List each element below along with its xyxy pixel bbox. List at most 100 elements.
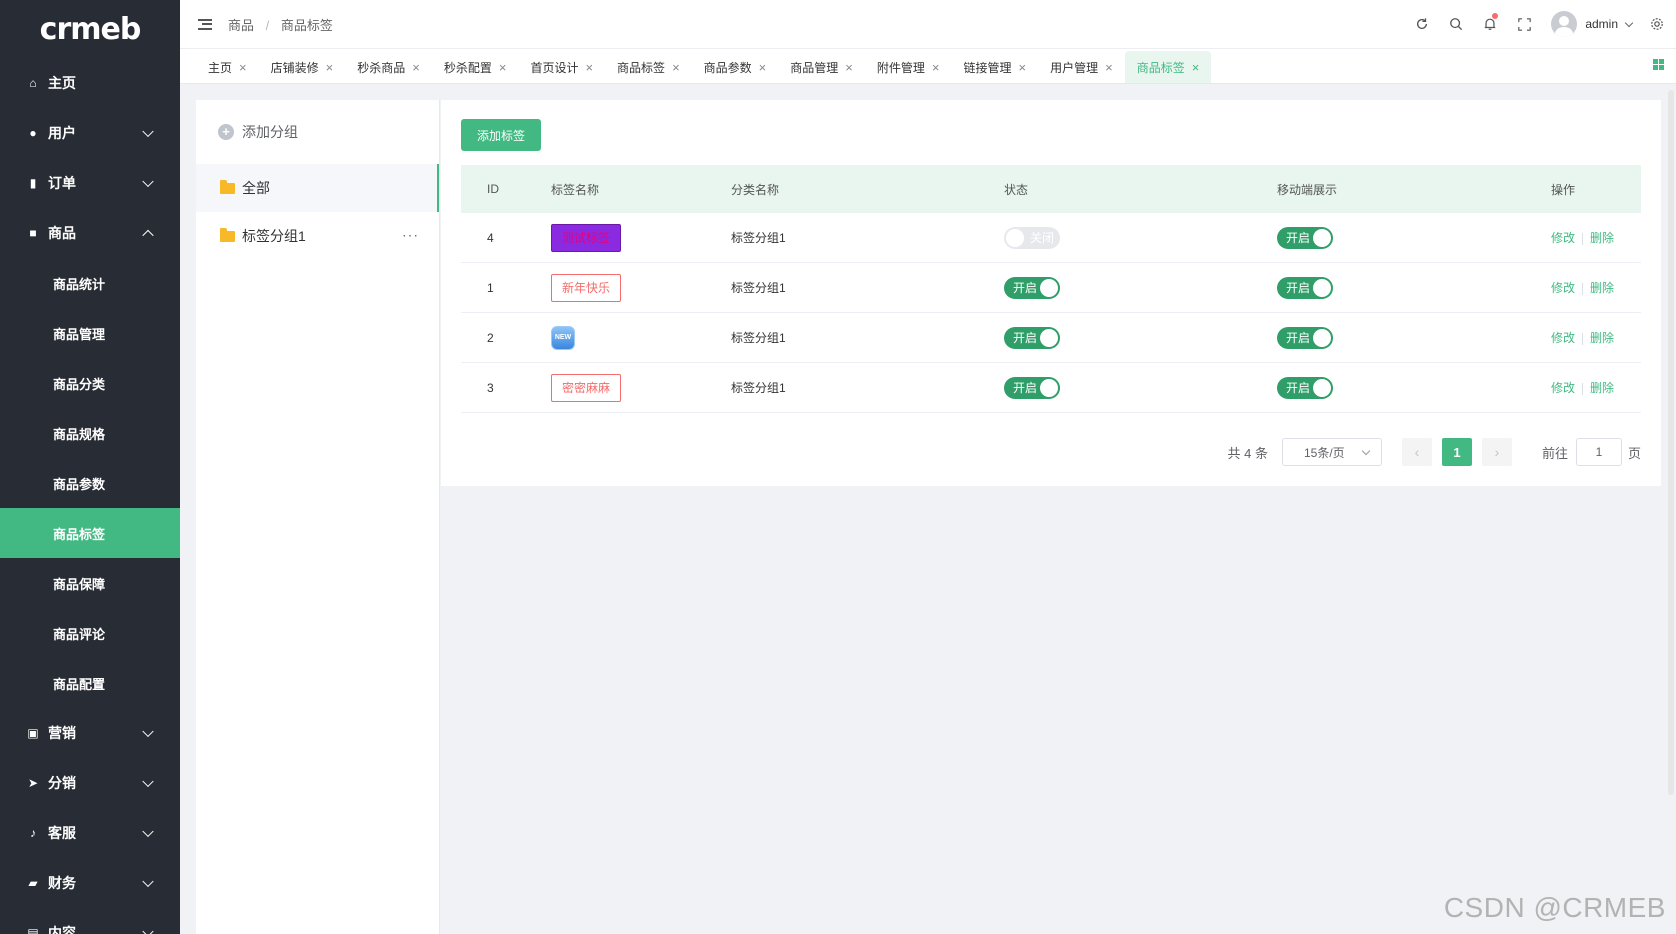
close-icon[interactable]: × (932, 60, 940, 75)
close-icon[interactable]: × (672, 60, 680, 75)
tab-product-tags-active[interactable]: 商品标签 × (1124, 51, 1212, 83)
menu-toggle-icon[interactable] (198, 18, 212, 30)
user-name[interactable]: admin (1585, 17, 1618, 31)
sidebar-subitem-product-manage[interactable]: 商品管理 (0, 308, 180, 358)
bell-icon[interactable] (1473, 0, 1507, 48)
prev-page-button[interactable]: ‹ (1401, 438, 1432, 466)
sidebar-subitem-product-params[interactable]: 商品参数 (0, 458, 180, 508)
sidebar-item-product[interactable]: ■ 商品 (0, 208, 180, 258)
sidebar-item-user[interactable]: ● 用户 (0, 108, 180, 158)
sidebar-subitem-product-reviews[interactable]: 商品评论 (0, 608, 180, 658)
fullscreen-icon[interactable] (1507, 0, 1541, 48)
grid-icon[interactable] (1653, 59, 1664, 70)
avatar[interactable] (1551, 11, 1578, 37)
sidebar-subitem-product-config[interactable]: 商品配置 (0, 658, 180, 708)
logo[interactable]: crmeb (0, 0, 180, 58)
tab-product-tags[interactable]: 商品标签 × (605, 51, 692, 83)
cell-tag: 测试标签 (551, 223, 731, 252)
more-icon[interactable]: ··· (402, 226, 419, 242)
delete-link[interactable]: 删除 (1590, 331, 1614, 345)
edit-link[interactable]: 修改 (1551, 281, 1575, 295)
tab-product-params[interactable]: 商品参数 × (692, 51, 779, 83)
marketing-icon: ▣ (27, 726, 39, 740)
tab-label: 店铺装修 (270, 60, 319, 75)
tab-label: 商品参数 (703, 60, 752, 75)
status-toggle[interactable]: 开启 (1004, 376, 1060, 399)
next-page-button[interactable]: › (1481, 438, 1512, 466)
chevron-down-icon (142, 825, 154, 838)
mobile-display-toggle[interactable]: 开启 (1277, 276, 1333, 299)
group-item-tag-group-1[interactable]: 标签分组1 ··· (196, 212, 439, 260)
tab-label: 主页 (208, 60, 233, 75)
sidebar-subitem-product-guarantee[interactable]: 商品保障 (0, 558, 180, 608)
cell-actions: 修改 删除 (1551, 379, 1641, 396)
sidebar-item-finance[interactable]: ▰ 财务 (0, 858, 180, 908)
close-icon[interactable]: × (412, 60, 420, 75)
goto-page-input[interactable] (1575, 438, 1622, 466)
tab-users[interactable]: 用户管理 × (1038, 51, 1125, 83)
delete-link[interactable]: 删除 (1590, 381, 1614, 395)
group-item-all[interactable]: 全部 (196, 164, 439, 212)
sidebar-item-order[interactable]: ▮ 订单 (0, 158, 180, 208)
sidebar-subitem-product-tags[interactable]: 商品标签 (0, 508, 180, 558)
edit-link[interactable]: 修改 (1551, 231, 1575, 245)
add-tag-button[interactable]: 添加标签 (461, 119, 541, 151)
delete-link[interactable]: 删除 (1590, 231, 1614, 245)
breadcrumb: 商品 / 商品标签 (228, 15, 333, 34)
tab-label: 秒杀商品 (357, 60, 406, 75)
search-icon[interactable] (1439, 0, 1473, 48)
sidebar-subitem-product-category[interactable]: 商品分类 (0, 358, 180, 408)
toggle-knob (1313, 228, 1331, 247)
mobile-display-toggle[interactable]: 开启 (1277, 326, 1333, 349)
tab-home-design[interactable]: 首页设计 × (518, 51, 605, 83)
page-number-button[interactable]: 1 (1441, 438, 1472, 466)
sidebar-item-content[interactable]: ▤ 内容 (0, 908, 180, 934)
tab-label: 商品管理 (790, 60, 839, 75)
tab-flash-sale-config[interactable]: 秒杀配置 × (432, 51, 519, 83)
close-icon[interactable]: × (1192, 60, 1200, 75)
close-icon[interactable]: × (1105, 60, 1113, 75)
sidebar-subitem-product-spec[interactable]: 商品规格 (0, 408, 180, 458)
close-icon[interactable]: × (326, 60, 334, 75)
tag-badge: 新年快乐 (551, 273, 621, 302)
close-icon[interactable]: × (845, 60, 853, 75)
add-group-button[interactable]: + 添加分组 (196, 100, 439, 164)
tab-flash-sale-products[interactable]: 秒杀商品 × (345, 51, 432, 83)
refresh-icon[interactable] (1405, 0, 1439, 48)
breadcrumb-separator: / (265, 17, 270, 33)
close-icon[interactable]: × (759, 60, 767, 75)
edit-link[interactable]: 修改 (1551, 331, 1575, 345)
mobile-display-toggle[interactable]: 开启 (1277, 226, 1333, 249)
status-toggle[interactable]: 开启 (1004, 276, 1060, 299)
tab-home[interactable]: 主页 × (196, 51, 259, 83)
sidebar-subitem-product-stats[interactable]: 商品统计 (0, 258, 180, 308)
sidebar-item-service[interactable]: ♪ 客服 (0, 808, 180, 858)
status-toggle[interactable]: 开启 (1004, 326, 1060, 349)
breadcrumb-item[interactable]: 商品 (228, 18, 254, 33)
close-icon[interactable]: × (585, 60, 593, 75)
scrollbar[interactable] (1668, 90, 1674, 795)
table-row: 1 新年快乐 标签分组1 开启 开启 修改 删除 (461, 263, 1641, 313)
close-icon[interactable]: × (499, 60, 507, 75)
tab-links[interactable]: 链接管理 × (951, 51, 1038, 83)
toggle-label: 开启 (1286, 331, 1311, 345)
close-icon[interactable]: × (239, 60, 247, 75)
chevron-down-icon[interactable] (1624, 18, 1634, 27)
table-row: 4 测试标签 标签分组1 关闭 开启 修改 删除 (461, 213, 1641, 263)
tab-store-decoration[interactable]: 店铺装修 × (259, 51, 346, 83)
edit-link[interactable]: 修改 (1551, 381, 1575, 395)
tab-attachments[interactable]: 附件管理 × (865, 51, 952, 83)
delete-link[interactable]: 删除 (1590, 281, 1614, 295)
close-icon[interactable]: × (1019, 60, 1027, 75)
chevron-down-icon (142, 925, 154, 934)
settings-icon[interactable] (1644, 0, 1670, 48)
sidebar-item-marketing[interactable]: ▣ 营销 (0, 708, 180, 758)
cell-id: 4 (487, 230, 494, 245)
sidebar-item-home[interactable]: ⌂ 主页 (0, 58, 180, 108)
status-toggle[interactable]: 关闭 (1004, 226, 1060, 249)
tab-product-manage[interactable]: 商品管理 × (778, 51, 865, 83)
sidebar-item-distribution[interactable]: ➤ 分销 (0, 758, 180, 808)
toggle-label: 开启 (1286, 381, 1311, 395)
mobile-display-toggle[interactable]: 开启 (1277, 376, 1333, 399)
page-size-select[interactable]: 15条/页 (1281, 438, 1382, 466)
